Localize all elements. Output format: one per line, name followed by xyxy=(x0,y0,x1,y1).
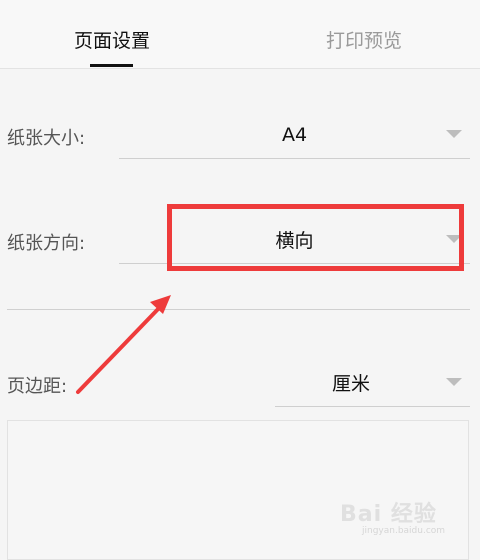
arrow-shaft xyxy=(76,304,163,394)
watermark-logo: Bai 经验 xyxy=(340,502,437,527)
annotation-arrow xyxy=(76,295,171,394)
watermark: Bai 经验 jingyan.baidu.com xyxy=(340,496,445,536)
arrow-head-icon xyxy=(150,295,171,314)
